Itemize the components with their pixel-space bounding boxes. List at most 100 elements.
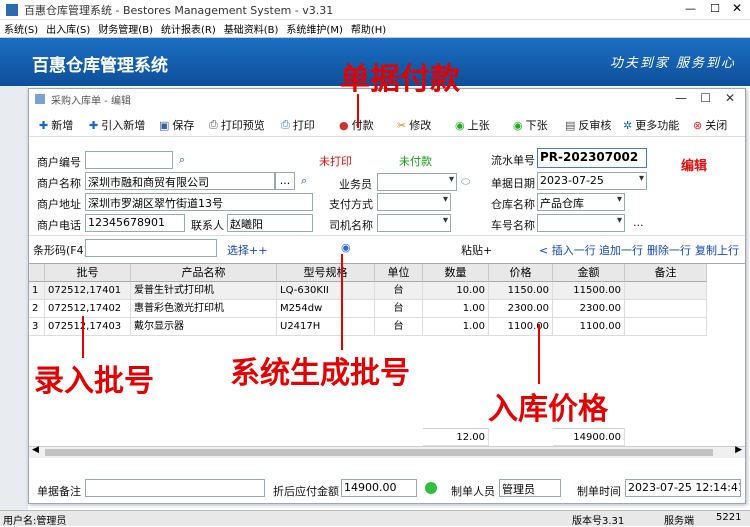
copy-row-link[interactable]: 复制上行 — [695, 242, 739, 258]
barcode-field[interactable] — [85, 239, 217, 257]
unapprove-button[interactable]: ▤ 反审核 — [565, 117, 611, 133]
table-cell-batch[interactable]: 072512,17402 — [45, 300, 131, 318]
horizontal-scrollbar[interactable]: ◀ ▶ — [29, 445, 745, 458]
table-cell-model[interactable]: M254dw — [277, 300, 375, 318]
menu-system[interactable]: 系统(S) — [0, 21, 42, 36]
select-link[interactable]: 选择++ — [227, 242, 267, 258]
status-service: 服务端 — [664, 516, 694, 527]
maker-field[interactable]: 管理员 — [499, 479, 561, 497]
close-icon: ⊗ — [693, 118, 703, 132]
due-field[interactable]: 14900.00 — [341, 479, 417, 497]
table-cell-unit[interactable]: 台 — [375, 318, 423, 336]
column-header[interactable]: 数量 — [423, 264, 489, 282]
table-cell-unit[interactable]: 台 — [375, 282, 423, 300]
merchant-code-field[interactable] — [85, 151, 173, 169]
paste-link[interactable]: 粘贴+ — [461, 242, 492, 258]
close-label: 关闭 — [705, 119, 728, 132]
more-icon: ✲ — [623, 118, 633, 132]
next-button[interactable]: ◉ 下张 — [513, 117, 548, 133]
pay-label: 付款 — [351, 119, 374, 132]
merchant-name-search-icon[interactable]: ⌕ — [301, 174, 307, 188]
new-button[interactable]: ✚ 新增 — [39, 117, 73, 133]
table-cell-model[interactable]: U2417H — [277, 318, 375, 336]
close-app-icon[interactable]: ✕ — [732, 1, 742, 15]
table-cell-note[interactable] — [625, 282, 707, 300]
table-cell-qty[interactable]: 10.00 — [423, 282, 489, 300]
close-button[interactable]: ⊗ 关闭 — [693, 117, 727, 133]
plate-more-button[interactable]: ... — [633, 216, 644, 229]
warehouse-select[interactable]: 产品仓库 — [537, 193, 625, 211]
more-functions-button[interactable]: ✲ 更多功能 — [623, 117, 679, 133]
menu-finance[interactable]: 财务管理(B) — [94, 21, 157, 36]
table-cell-batch[interactable]: 072512,17401 — [45, 282, 131, 300]
insert-row-link[interactable]: < 插入一行 — [539, 242, 596, 258]
remark-field[interactable] — [85, 479, 265, 497]
column-header[interactable]: 价格 — [489, 264, 553, 282]
delete-row-link[interactable]: 删除一行 — [647, 242, 691, 258]
table-cell-price[interactable]: 2300.00 — [489, 300, 553, 318]
phone-field[interactable]: 12345678901 — [85, 214, 185, 232]
menu-help[interactable]: 帮助(H) — [347, 21, 390, 36]
time-field[interactable]: 2023-07-25 12:14:41 — [625, 479, 741, 497]
menu-maintenance[interactable]: 系统维护(M) — [282, 21, 346, 36]
menu-reports[interactable]: 统计报表(R) — [157, 21, 220, 36]
prev-button[interactable]: ◉ 上张 — [455, 117, 490, 133]
table-cell-amount[interactable]: 2300.00 — [553, 300, 625, 318]
column-header[interactable]: 单位 — [375, 264, 423, 282]
table-cell-amount[interactable]: 1100.00 — [553, 318, 625, 336]
window-maximize-icon[interactable]: ☐ — [700, 91, 711, 105]
date-picker[interactable]: 2023-07-25 — [537, 172, 647, 190]
due-label: 折后应付金额 — [273, 485, 339, 498]
table-cell-note[interactable] — [625, 318, 707, 336]
print-preview-button[interactable]: ⎙ 打印预览 — [209, 117, 265, 133]
window-minimize-icon[interactable]: — — [675, 91, 687, 105]
column-header[interactable]: 金额 — [553, 264, 625, 282]
column-header[interactable]: 型号规格 — [277, 264, 375, 282]
remark-label: 单据备注 — [37, 485, 81, 498]
table-cell-qty[interactable]: 1.00 — [423, 300, 489, 318]
table-cell-qty[interactable]: 1.00 — [423, 318, 489, 336]
minimize-icon[interactable]: — — [685, 2, 696, 15]
table-cell-name[interactable]: 戴尔显示器 — [131, 318, 277, 336]
batch-generate-icon[interactable]: ◉ — [341, 241, 351, 254]
menu-inout[interactable]: 出入库(S) — [42, 21, 94, 36]
table-cell-price[interactable]: 1150.00 — [489, 282, 553, 300]
save-button[interactable]: ▣ 保存 — [159, 117, 194, 133]
salesman-select[interactable] — [377, 173, 457, 191]
maximize-icon[interactable]: ☐ — [710, 2, 720, 15]
serial-label: 流水单号 — [491, 154, 535, 167]
contact-field[interactable]: 赵曦阳 — [227, 214, 313, 232]
phone-label: 商户电话 — [37, 219, 81, 232]
table-cell-price[interactable]: 1100.00 — [489, 318, 553, 336]
table-cell-model[interactable]: LQ-630KII — [277, 282, 375, 300]
merchant-browse-button[interactable]: ... — [275, 172, 295, 190]
append-row-link[interactable]: 追加一行 — [599, 242, 643, 258]
table-cell-note[interactable] — [625, 300, 707, 318]
scroll-left-icon[interactable]: ◀ — [32, 445, 39, 455]
plate-select[interactable] — [537, 214, 625, 232]
column-header[interactable]: 备注 — [625, 264, 707, 282]
column-header[interactable]: 批号 — [45, 264, 131, 282]
menu-basic[interactable]: 基础资料(B) — [220, 21, 283, 36]
table-cell-unit[interactable]: 台 — [375, 300, 423, 318]
scroll-right-icon[interactable]: ▶ — [735, 445, 742, 455]
table-cell-name[interactable]: 爱普生针式打印机 — [131, 282, 277, 300]
table-cell-batch[interactable]: 072512,17403 — [45, 318, 131, 336]
app-titlebar: 百惠仓库管理系统 - Bestores Management System - … — [0, 0, 750, 20]
address-field[interactable]: 深圳市罗湖区翠竹街道13号 — [85, 193, 313, 211]
driver-select[interactable] — [377, 214, 451, 232]
merchant-name-field[interactable]: 深圳市融和商贸有限公司 — [85, 172, 275, 190]
column-header[interactable]: 产品名称 — [131, 264, 277, 282]
paymethod-select[interactable] — [377, 193, 451, 211]
table-cell-amount[interactable]: 11500.00 — [553, 282, 625, 300]
status-version: 版本号3.31 — [572, 516, 625, 527]
print-button[interactable]: ⎙ 打印 — [281, 117, 315, 133]
modify-button[interactable]: ✂ 修改 — [397, 117, 431, 133]
eraser-icon[interactable]: ⬭ — [461, 175, 470, 189]
window-close-icon[interactable]: ✕ — [725, 91, 735, 105]
serial-field[interactable]: PR-202307002 — [537, 148, 647, 168]
merchant-search-icon[interactable]: ⌕ — [179, 153, 185, 167]
scrollbar-thumb[interactable] — [45, 449, 713, 456]
table-cell-name[interactable]: 惠普彩色激光打印机 — [131, 300, 277, 318]
import-new-button[interactable]: ✚ 引入新增 — [89, 117, 145, 133]
